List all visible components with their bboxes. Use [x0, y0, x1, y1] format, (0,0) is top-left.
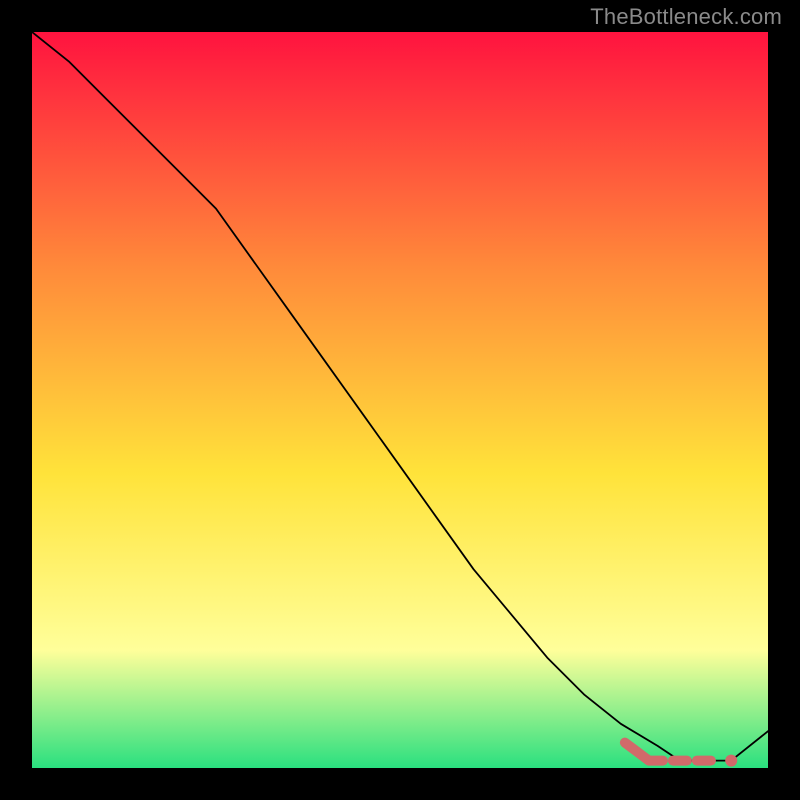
plot-area [32, 32, 768, 768]
plot-svg [32, 32, 768, 768]
optimal-marker-end-dot [725, 755, 737, 767]
gradient-background [32, 32, 768, 768]
watermark-text: TheBottleneck.com [590, 4, 782, 30]
chart-stage: TheBottleneck.com [0, 0, 800, 800]
